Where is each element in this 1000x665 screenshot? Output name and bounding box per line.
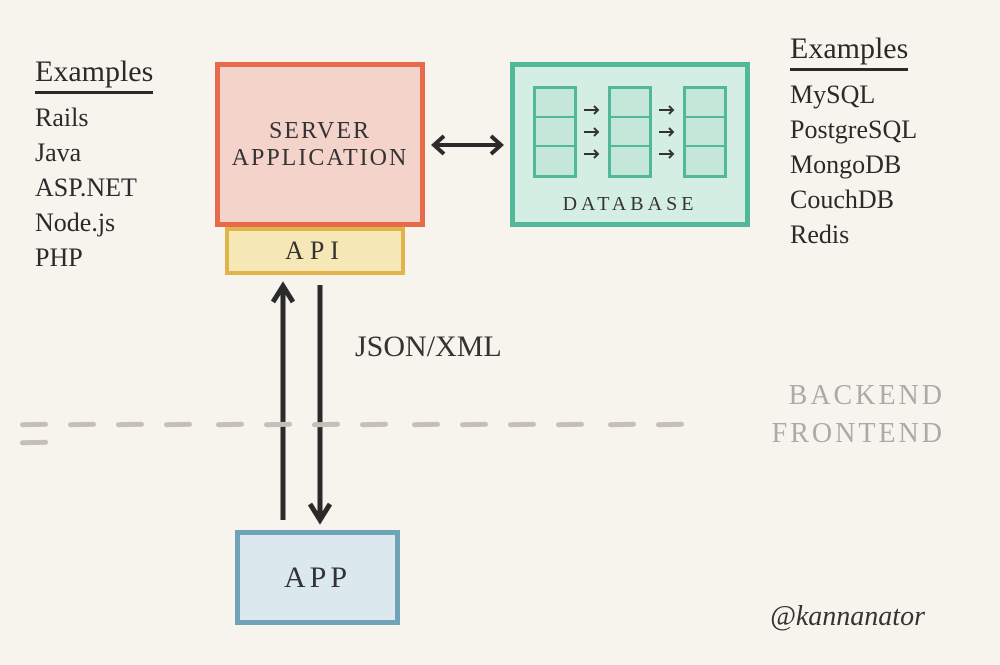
database-label: DATABASE <box>515 193 745 216</box>
examples-header-right: Examples <box>790 32 908 71</box>
db-table-icon <box>683 86 727 178</box>
database-examples: Examples MySQL PostgreSQL MongoDB CouchD… <box>790 32 917 252</box>
db-relation-arrows-icon <box>659 104 677 160</box>
db-table-icon <box>608 86 652 178</box>
backend-frontend-divider <box>20 414 750 420</box>
example-item: Redis <box>790 217 917 252</box>
api-app-arrows-icon <box>265 280 345 525</box>
example-item: Rails <box>35 100 153 135</box>
example-item: ASP.NET <box>35 170 153 205</box>
db-table-icon <box>533 86 577 178</box>
payload-format-label: JSON/XML <box>355 330 502 364</box>
server-application-label: SERVER APPLICATION <box>232 118 409 172</box>
examples-header-left: Examples <box>35 55 153 94</box>
example-item: PHP <box>35 240 153 275</box>
database-box: DATABASE <box>510 62 750 227</box>
examples-list-left: Rails Java ASP.NET Node.js PHP <box>35 100 153 275</box>
server-examples: Examples Rails Java ASP.NET Node.js PHP <box>35 55 153 275</box>
example-item: Node.js <box>35 205 153 240</box>
app-label: APP <box>284 561 351 595</box>
example-item: PostgreSQL <box>790 112 917 147</box>
server-application-box: SERVER APPLICATION <box>215 62 425 227</box>
backend-section-label: BACKEND <box>789 380 945 412</box>
database-tables-icon <box>533 81 727 182</box>
example-item: MySQL <box>790 77 917 112</box>
db-relation-arrows-icon <box>584 104 602 160</box>
examples-list-right: MySQL PostgreSQL MongoDB CouchDB Redis <box>790 77 917 252</box>
server-database-arrow-icon <box>430 130 505 160</box>
api-label: API <box>285 236 345 266</box>
api-box: API <box>225 227 405 275</box>
example-item: CouchDB <box>790 182 917 217</box>
author-credit: @kannanator <box>770 601 925 633</box>
example-item: Java <box>35 135 153 170</box>
example-item: MongoDB <box>790 147 917 182</box>
app-box: APP <box>235 530 400 625</box>
frontend-section-label: FRONTEND <box>772 418 945 450</box>
